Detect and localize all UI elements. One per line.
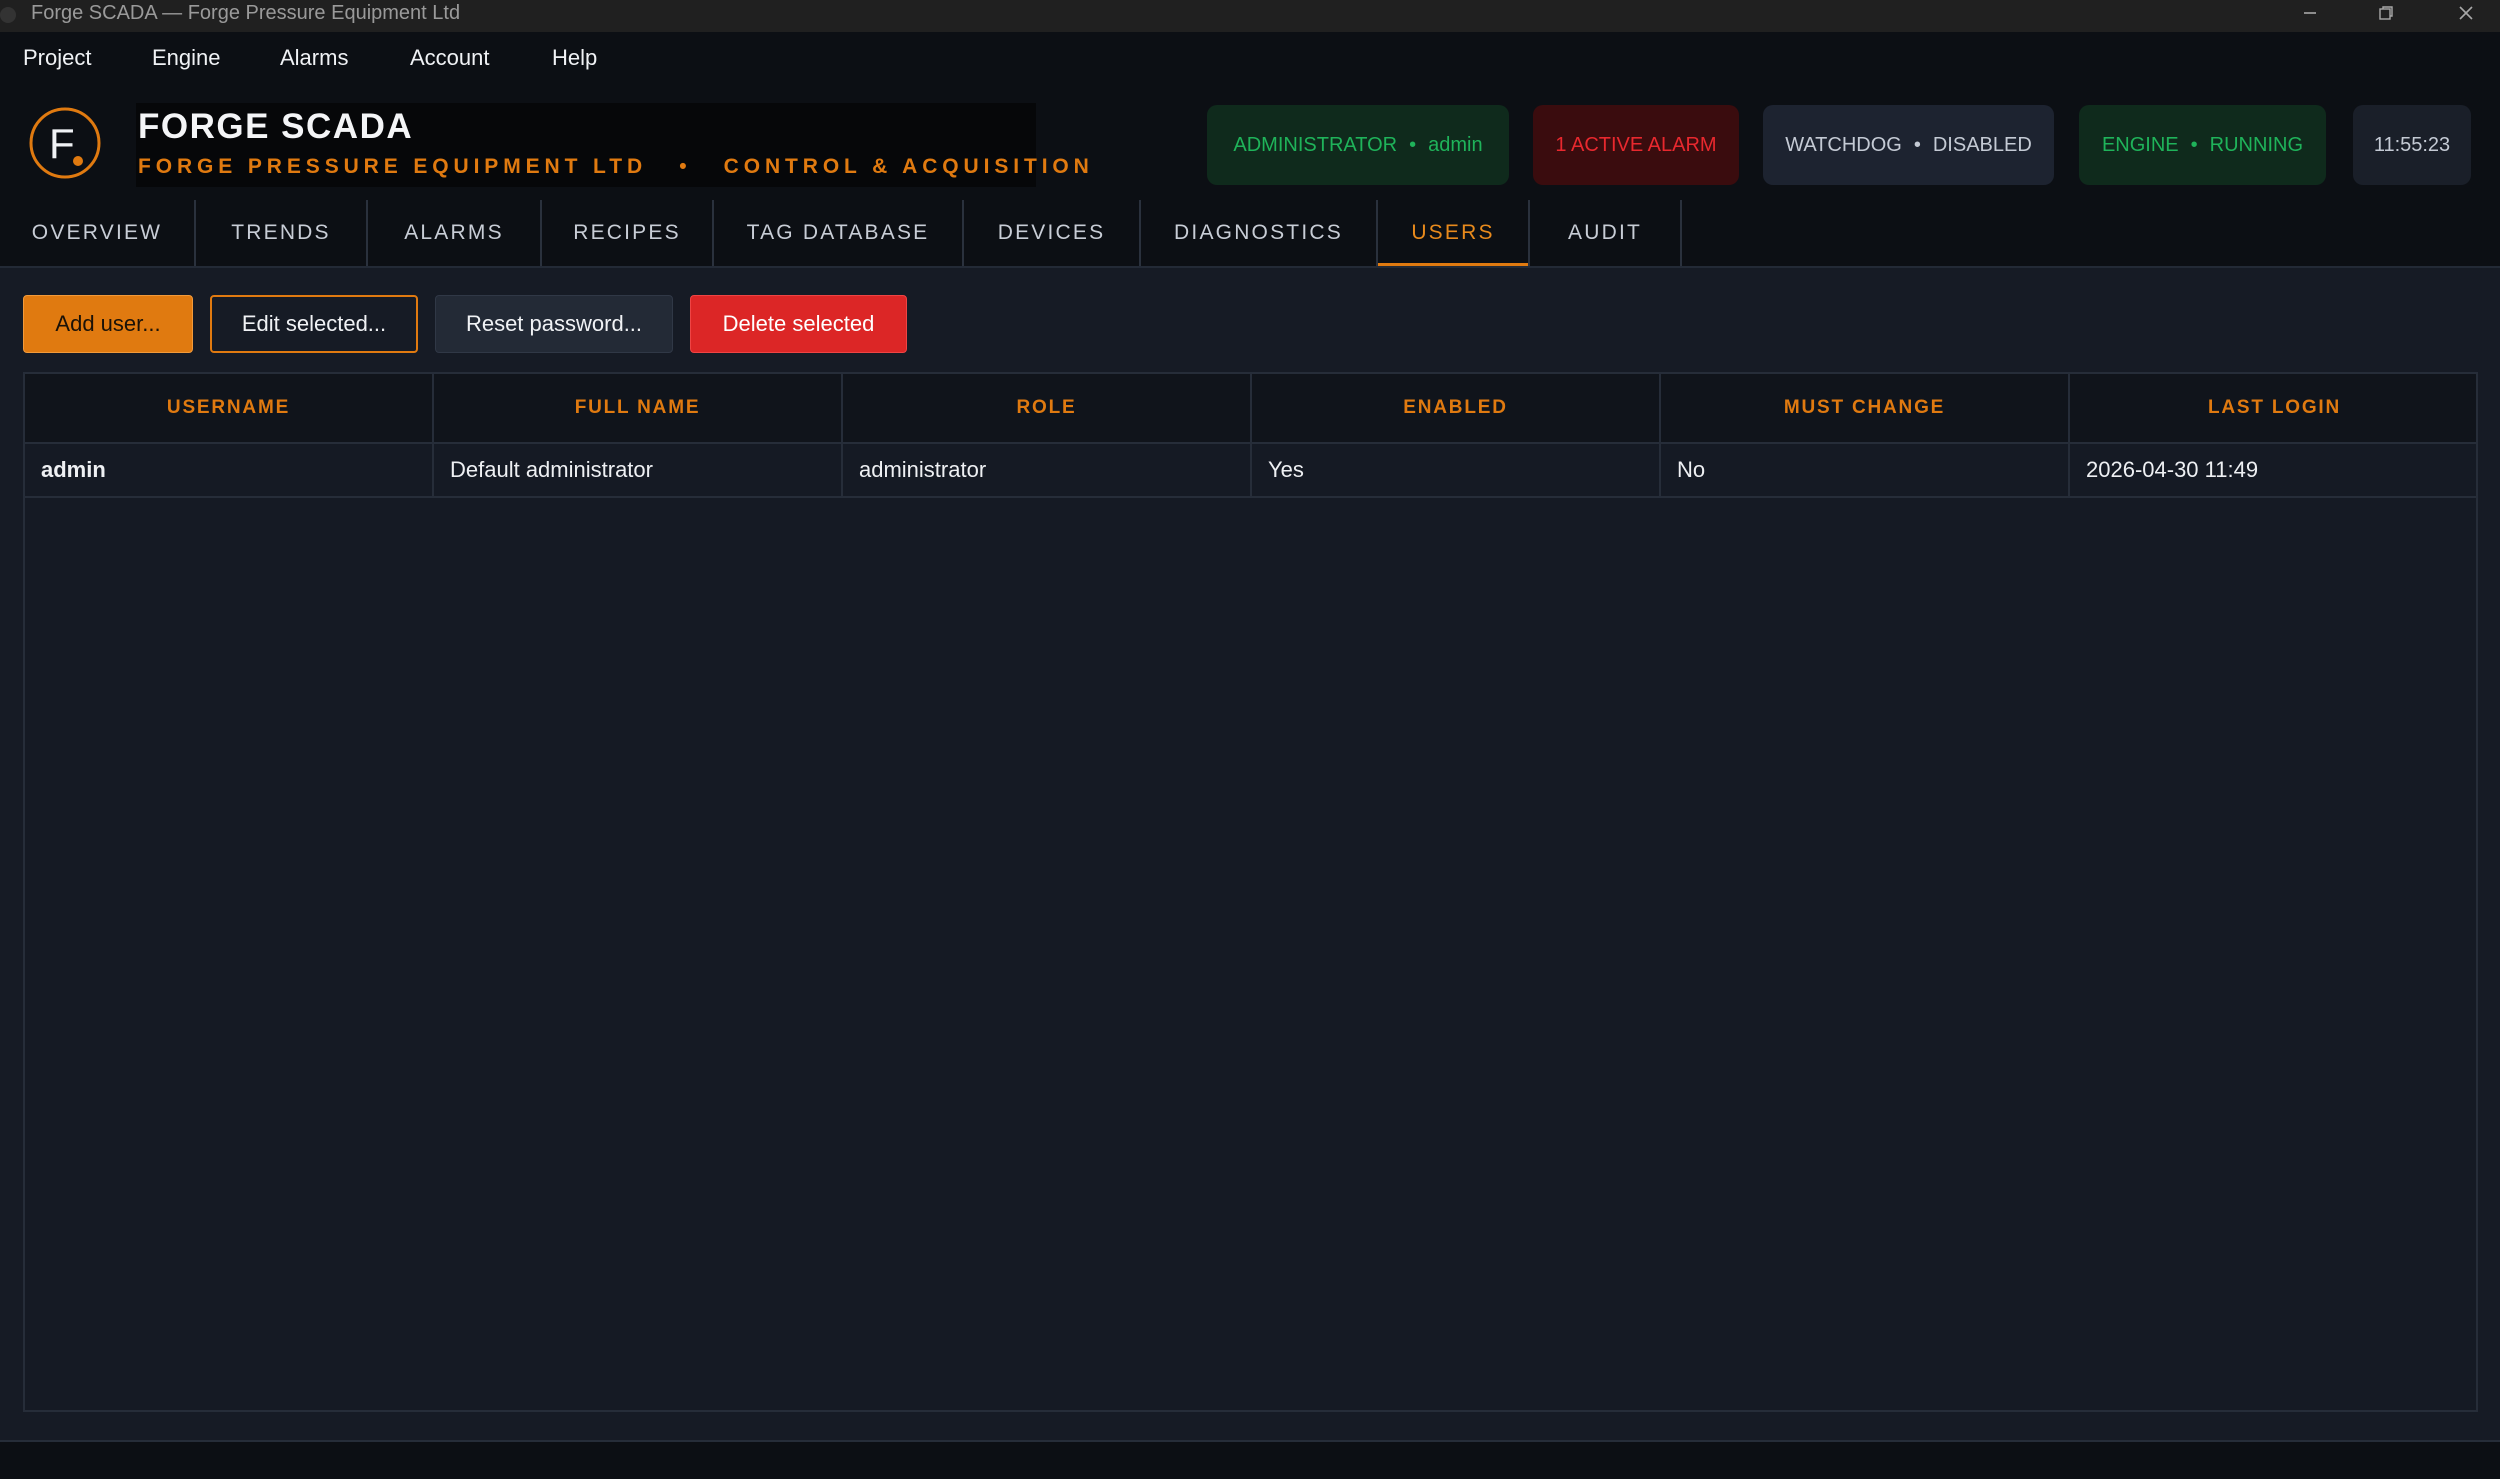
- brand-box: FORGE SCADA FORGE PRESSURE EQUIPMENT LTD…: [136, 103, 1089, 187]
- reset-password-button[interactable]: Reset password...: [435, 295, 673, 353]
- alarm-count: 1 ACTIVE ALARM: [1555, 133, 1717, 156]
- tab-overview[interactable]: OVERVIEW: [0, 200, 196, 266]
- close-icon: [2459, 6, 2473, 20]
- column-header-role[interactable]: ROLE: [843, 374, 1252, 442]
- cell-must-change: No: [1661, 444, 2070, 496]
- cell-role: administrator: [843, 444, 1252, 496]
- tab-devices[interactable]: DEVICES: [964, 200, 1141, 266]
- window-titlebar: Forge SCADA — Forge Pressure Equipment L…: [0, 0, 2500, 32]
- column-header-last-login[interactable]: LAST LOGIN: [2070, 374, 2479, 442]
- brand-title: FORGE SCADA: [138, 107, 414, 146]
- tab-diagnostics[interactable]: DIAGNOSTICS: [1141, 200, 1378, 266]
- tab-audit[interactable]: AUDIT: [1530, 200, 1682, 266]
- restore-icon: [2379, 6, 2393, 20]
- watchdog-status-pill: WATCHDOG • DISABLED: [1763, 105, 2054, 185]
- menu-help[interactable]: Help: [552, 45, 597, 71]
- column-header-enabled[interactable]: ENABLED: [1252, 374, 1661, 442]
- delete-selected-button[interactable]: Delete selected: [690, 295, 907, 353]
- watchdog-state: DISABLED: [1932, 133, 2032, 156]
- clock-pill: 11:55:23: [2353, 105, 2471, 185]
- tab-trends[interactable]: TRENDS: [196, 200, 368, 266]
- add-user-button[interactable]: Add user...: [23, 295, 193, 353]
- menu-project[interactable]: Project: [23, 45, 91, 71]
- tab-bar: OVERVIEW TRENDS ALARMS RECIPES TAG DATAB…: [0, 200, 2500, 268]
- watchdog-label: WATCHDOG: [1785, 133, 1902, 156]
- app-icon: [0, 7, 16, 23]
- clock: 11:55:23: [2373, 133, 2451, 156]
- separator-dot: •: [1913, 133, 1921, 156]
- menu-engine[interactable]: Engine: [152, 45, 221, 71]
- table-row[interactable]: admin Default administrator administrato…: [25, 444, 2476, 498]
- window-title: Forge SCADA — Forge Pressure Equipment L…: [31, 2, 461, 24]
- alarm-status-pill[interactable]: 1 ACTIVE ALARM: [1533, 105, 1739, 185]
- minimize-button[interactable]: [2280, 0, 2340, 26]
- user-status-pill: ADMINISTRATOR • admin: [1207, 105, 1509, 185]
- column-header-username[interactable]: USERNAME: [25, 374, 434, 442]
- app-header: F FORGE SCADA FORGE PRESSURE EQUIPMENT L…: [0, 85, 2500, 202]
- engine-state: RUNNING: [2209, 133, 2304, 156]
- cell-last-login: 2026-04-30 11:49: [2086, 457, 2259, 482]
- table-header: USERNAME FULL NAME ROLE ENABLED MUST CHA…: [25, 374, 2476, 444]
- logo-letter: F: [49, 120, 75, 167]
- status-bar: [0, 1440, 2500, 1479]
- user-role: ADMINISTRATOR: [1233, 133, 1398, 156]
- cell-full-name: Default administrator: [434, 444, 843, 496]
- brand-subtitle: FORGE PRESSURE EQUIPMENT LTD • CONTROL &…: [138, 155, 1094, 178]
- minimize-icon: [2304, 12, 2316, 14]
- menu-alarms[interactable]: Alarms: [280, 45, 348, 71]
- user-name: admin: [1428, 133, 1483, 156]
- close-button[interactable]: [2436, 0, 2496, 26]
- tab-alarms[interactable]: ALARMS: [368, 200, 542, 266]
- tab-users[interactable]: USERS: [1378, 200, 1530, 266]
- users-table: USERNAME FULL NAME ROLE ENABLED MUST CHA…: [23, 372, 2478, 1412]
- column-header-full-name[interactable]: FULL NAME: [434, 374, 843, 442]
- menu-bar: Project Engine Alarms Account Help: [0, 32, 2500, 85]
- separator-dot: •: [2190, 133, 2198, 156]
- edit-selected-button[interactable]: Edit selected...: [210, 295, 418, 353]
- cell-enabled: Yes: [1252, 444, 1661, 496]
- forge-logo-icon: F: [29, 107, 101, 179]
- engine-status-pill: ENGINE • RUNNING: [2079, 105, 2326, 185]
- tab-tag-database[interactable]: TAG DATABASE: [714, 200, 964, 266]
- menu-account[interactable]: Account: [410, 45, 490, 71]
- restore-button[interactable]: [2356, 0, 2416, 26]
- tab-recipes[interactable]: RECIPES: [542, 200, 714, 266]
- column-header-must-change[interactable]: MUST CHANGE: [1661, 374, 2070, 442]
- cell-username: admin: [25, 444, 434, 496]
- engine-label: ENGINE: [2101, 133, 2179, 156]
- separator-dot: •: [1409, 133, 1417, 156]
